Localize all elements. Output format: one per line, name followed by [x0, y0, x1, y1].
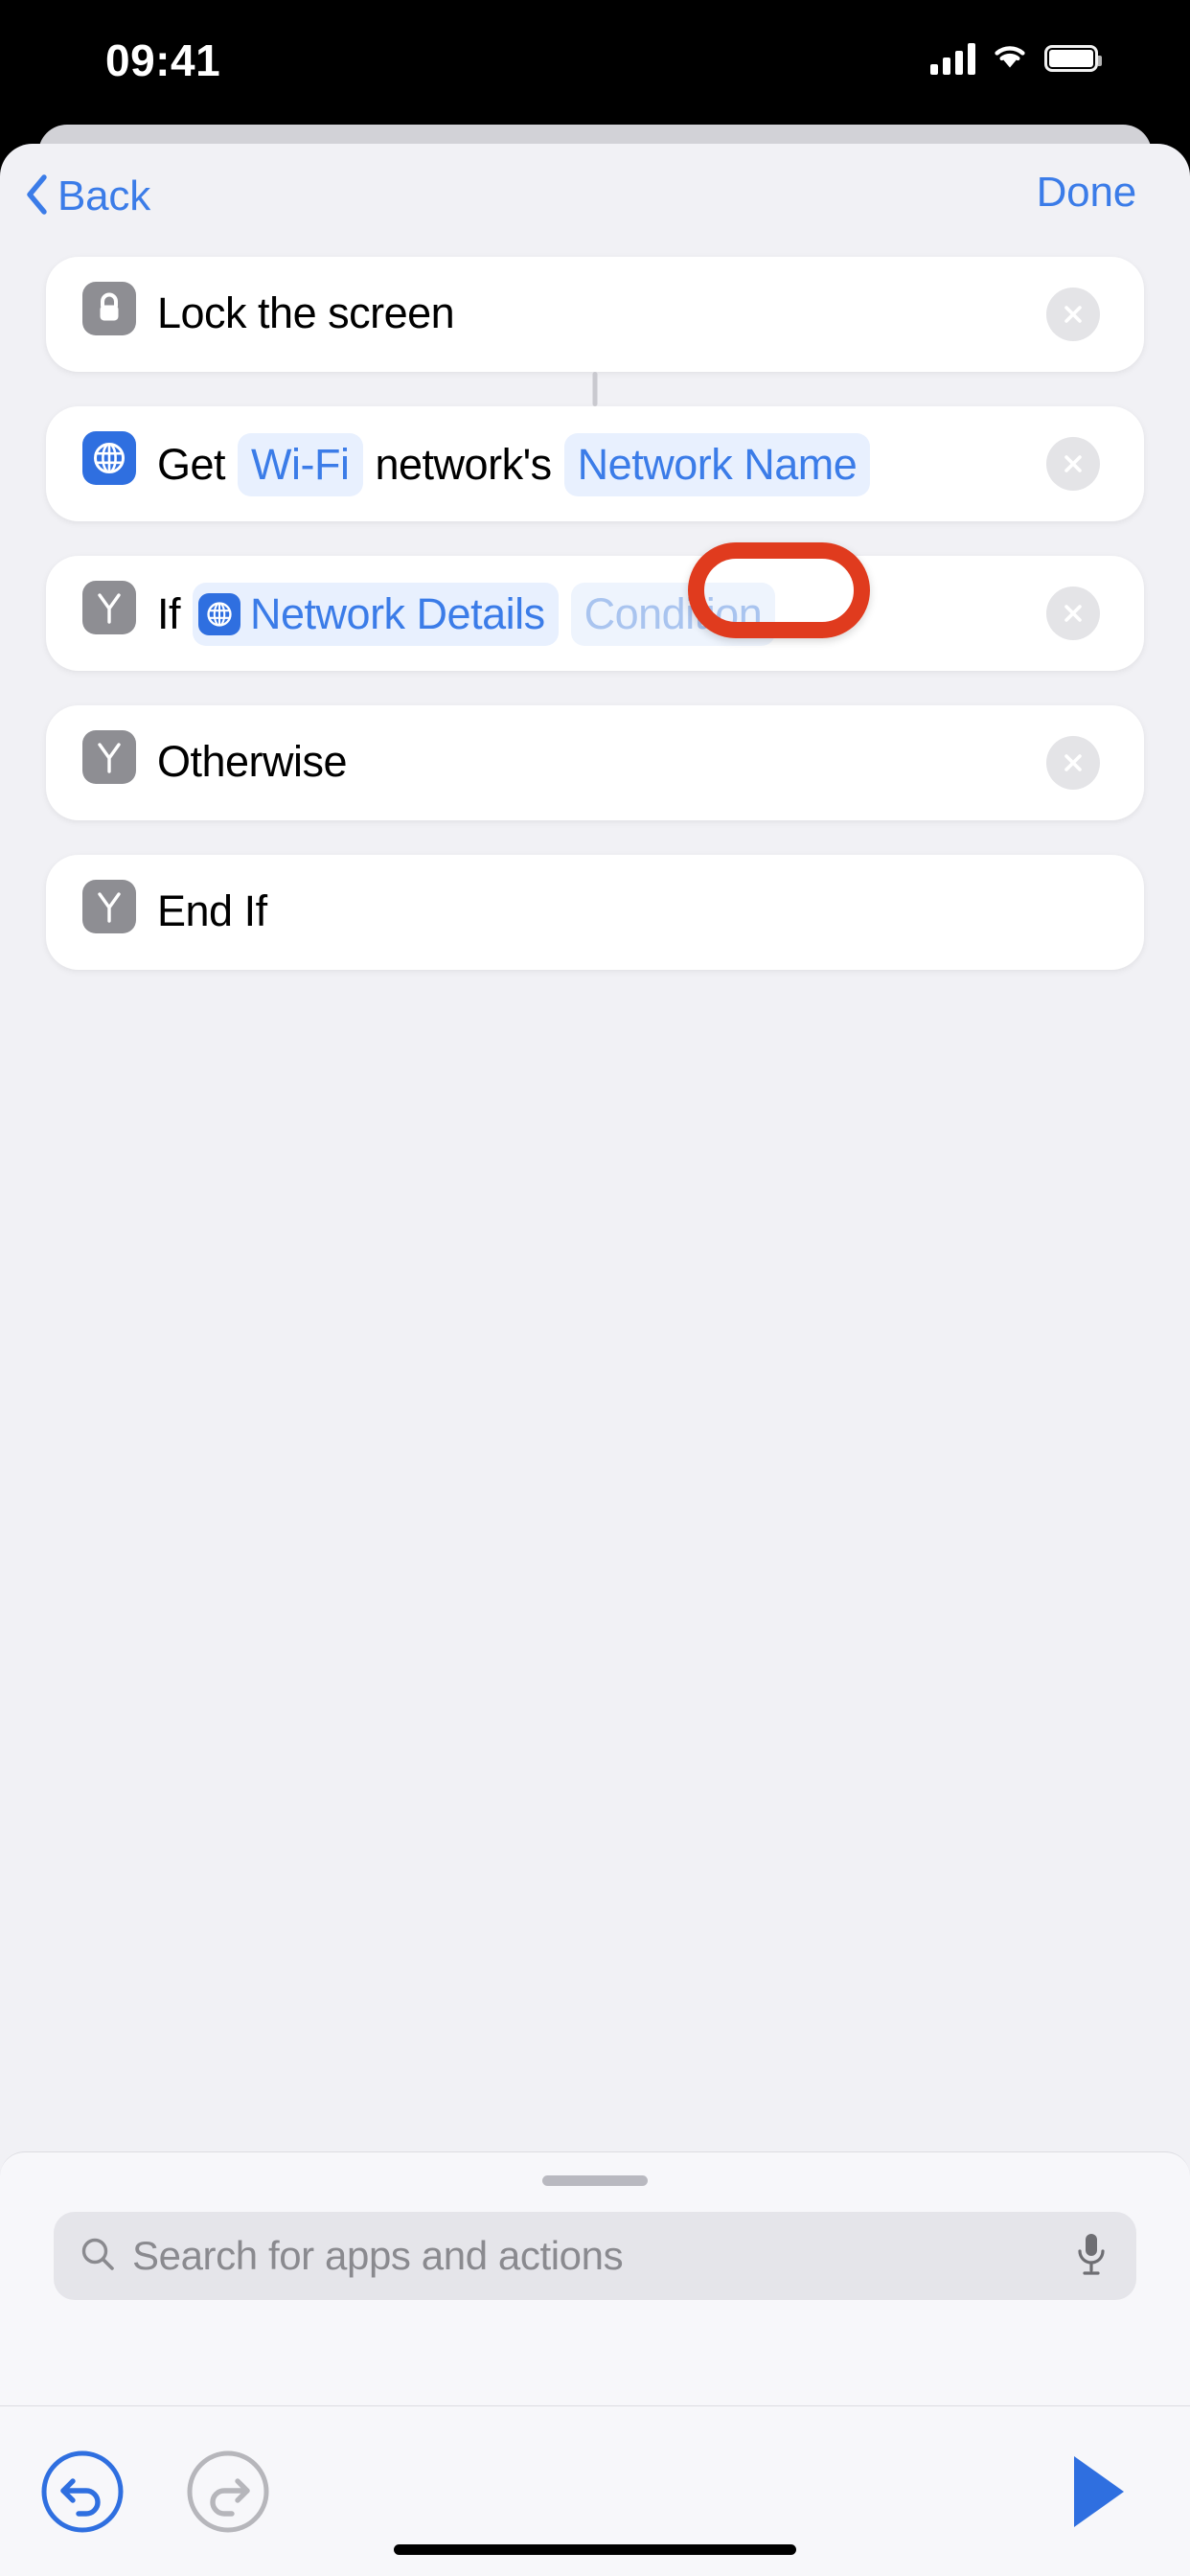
delete-action-button[interactable] — [1046, 736, 1100, 790]
branch-icon — [82, 730, 136, 784]
action-label-networks: network's — [375, 440, 553, 489]
search-placeholder: Search for apps and actions — [132, 2233, 624, 2278]
home-indicator — [394, 2544, 796, 2555]
shortcut-editor-sheet: Back Done Lock the screen Get Wi-Fi netw… — [0, 144, 1190, 2576]
globe-icon — [82, 431, 136, 485]
delete-action-button[interactable] — [1046, 288, 1100, 341]
microphone-icon[interactable] — [1075, 2231, 1108, 2282]
action-card[interactable]: If Network Details Condition — [46, 556, 1144, 671]
action-label-if: If — [157, 589, 181, 638]
token-network-details-label: Network Details — [250, 589, 545, 638]
back-button-label: Back — [57, 172, 151, 219]
wifi-icon — [991, 40, 1029, 76]
action-label: End If — [157, 886, 267, 935]
token-condition-placeholder[interactable]: Condition — [570, 583, 776, 646]
action-card[interactable]: End If — [46, 855, 1144, 970]
undo-button[interactable] — [31, 2440, 134, 2543]
action-list: Lock the screen Get Wi-Fi network's Netw… — [0, 257, 1190, 1004]
action-card[interactable]: Otherwise — [46, 705, 1144, 820]
action-text-container: Get Wi-Fi network's Network Name — [157, 431, 1117, 496]
action-text-container: Otherwise — [157, 730, 1117, 792]
action-text-container: If Network Details Condition — [157, 581, 1117, 646]
panel-grabber-handle[interactable] — [542, 2175, 648, 2186]
action-label: Otherwise — [157, 737, 348, 786]
token-wifi[interactable]: Wi-Fi — [238, 433, 363, 496]
play-icon — [1074, 2455, 1124, 2527]
action-text-container: End If — [157, 880, 1117, 941]
lock-icon — [82, 282, 136, 335]
battery-full-icon — [1044, 44, 1102, 72]
action-text-container: Lock the screen — [157, 282, 1117, 343]
token-network-details[interactable]: Network Details — [193, 583, 559, 646]
chevron-left-icon — [25, 173, 48, 219]
status-bar-indicators — [930, 40, 1102, 76]
action-connector-line — [592, 372, 598, 406]
action-row-end-if: End If — [0, 855, 1190, 970]
action-card[interactable]: Get Wi-Fi network's Network Name — [46, 406, 1144, 521]
branch-icon — [82, 880, 136, 933]
action-card[interactable]: Lock the screen — [46, 257, 1144, 372]
action-row-get-wifi-detail: Get Wi-Fi network's Network Name — [0, 372, 1190, 521]
status-bar: 09:41 — [0, 0, 1190, 126]
action-label-get: Get — [157, 440, 226, 489]
action-label: Lock the screen — [157, 288, 455, 337]
done-button[interactable]: Done — [1037, 169, 1137, 217]
delete-action-button[interactable] — [1046, 586, 1100, 640]
run-shortcut-button[interactable] — [1046, 2440, 1150, 2543]
action-row-lock-screen: Lock the screen — [0, 257, 1190, 372]
status-bar-time: 09:41 — [105, 35, 221, 85]
action-search-panel: Search for apps and actions — [0, 2151, 1190, 2405]
redo-button[interactable] — [176, 2440, 280, 2543]
action-row-if-condition: If Network Details Condition — [0, 542, 1190, 671]
back-button[interactable]: Back — [21, 165, 162, 228]
cellular-signal-icon — [930, 42, 975, 75]
branch-icon — [82, 581, 136, 634]
token-network-name[interactable]: Network Name — [563, 433, 871, 496]
search-icon — [79, 2235, 132, 2278]
globe-icon — [198, 593, 241, 635]
search-input[interactable]: Search for apps and actions — [54, 2212, 1136, 2300]
action-row-otherwise: Otherwise — [0, 705, 1190, 820]
navigation-bar: Back Done — [0, 144, 1190, 257]
delete-action-button[interactable] — [1046, 437, 1100, 491]
